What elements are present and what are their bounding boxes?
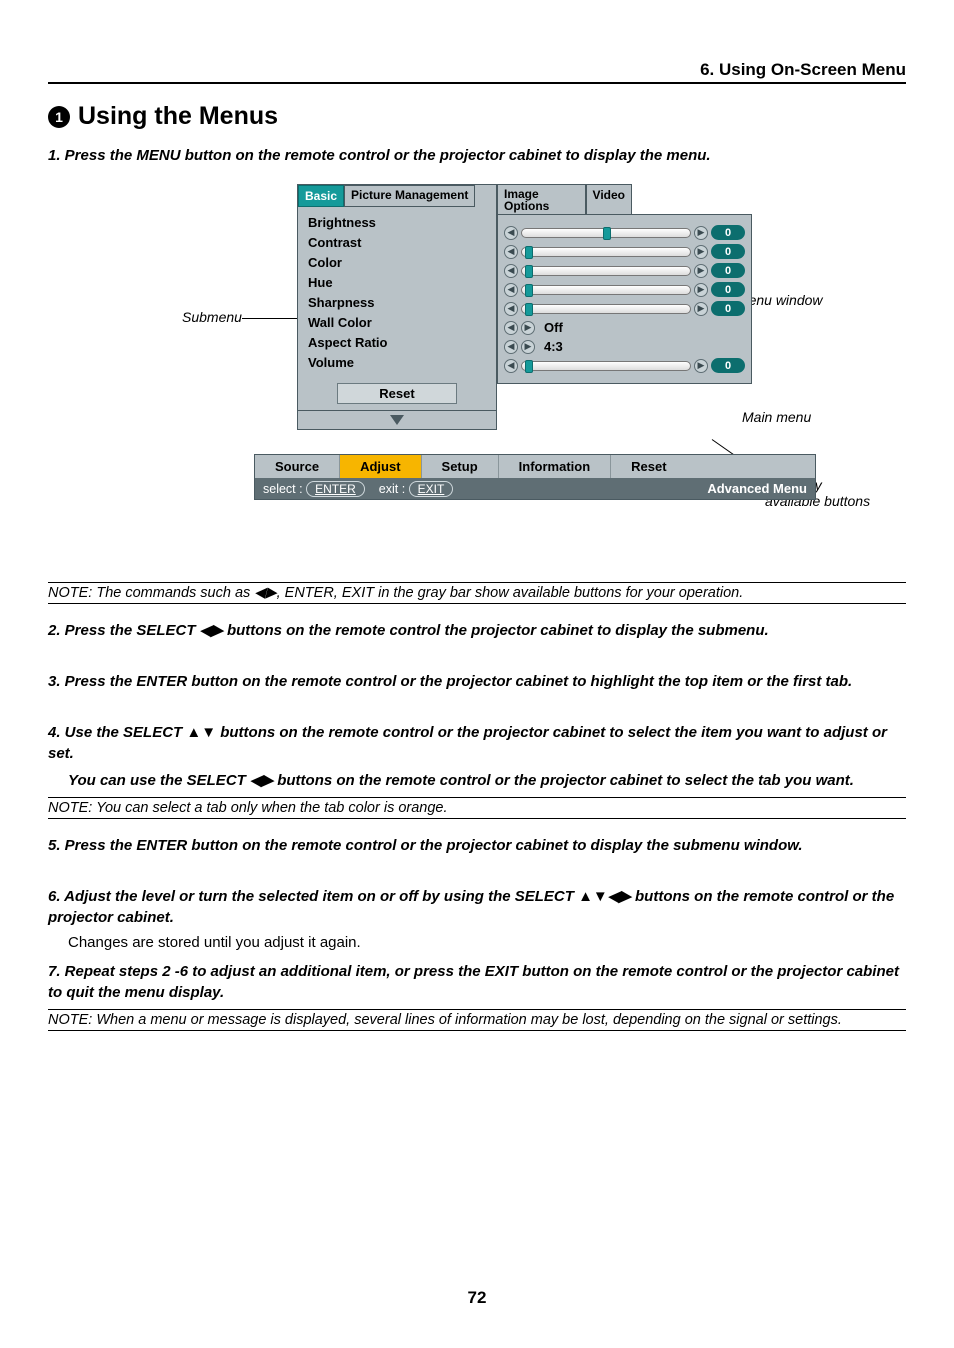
menu-figure: Submenu Submenu window Main menu Current… [97, 184, 857, 554]
item-contrast[interactable]: Contrast [308, 233, 488, 253]
reset-button[interactable]: Reset [337, 383, 457, 404]
arrow-right-icon[interactable]: ▶ [694, 359, 708, 373]
step-6-plain: Changes are stored until you adjust it a… [68, 934, 906, 951]
page-number: 72 [0, 1288, 954, 1308]
enter-button-hint: ENTER [306, 481, 365, 497]
value-contrast: 0 [711, 244, 745, 259]
item-brightness[interactable]: Brightness [308, 213, 488, 233]
tab-basic[interactable]: Basic [298, 185, 344, 207]
annot-submenu: Submenu [182, 309, 242, 325]
arrow-left-icon[interactable]: ◀ [504, 264, 518, 278]
arrow-right-icon[interactable]: ▶ [694, 283, 708, 297]
step-7: 7. Repeat steps 2 -6 to adjust an additi… [48, 961, 906, 1003]
value-wall-color: Off [538, 320, 563, 335]
value-color: 0 [711, 263, 745, 278]
arrow-right-icon[interactable]: ▶ [694, 264, 708, 278]
tab-picture-management[interactable]: Picture Management [344, 185, 475, 207]
mainmenu-information[interactable]: Information [499, 455, 612, 478]
arrow-right-icon[interactable]: ▶ [694, 245, 708, 259]
step-5: 5. Press the ENTER button on the remote … [48, 835, 906, 856]
main-menu-footer: select : ENTER exit : EXIT Advanced Menu [255, 478, 815, 499]
exit-button-hint: EXIT [409, 481, 454, 497]
slider-volume[interactable]: ◀ ▶ 0 [504, 356, 745, 375]
mainmenu-setup[interactable]: Setup [422, 455, 499, 478]
submenu-panel: Basic Picture Management Brightness Cont… [297, 184, 497, 430]
arrow-left-icon[interactable]: ◀ [504, 283, 518, 297]
option-wall-color[interactable]: ◀ ▶ Off [504, 318, 745, 337]
submenu-window: ◀ ▶ 0 ◀ ▶ 0 ◀ ▶ 0 ◀ ▶ 0 [497, 214, 752, 384]
step-4: 4. Use the SELECT ▲▼ buttons on the remo… [48, 722, 906, 764]
item-aspect-ratio[interactable]: Aspect Ratio [308, 333, 488, 353]
section-number-badge: 1 [48, 106, 70, 128]
step-3: 3. Press the ENTER button on the remote … [48, 671, 906, 692]
note-2: NOTE: You can select a tab only when the… [48, 797, 906, 819]
value-aspect-ratio: 4:3 [538, 339, 563, 354]
slider-sharpness[interactable]: ◀ ▶ 0 [504, 299, 745, 318]
arrow-left-icon[interactable]: ◀ [504, 321, 518, 335]
arrow-left-icon[interactable]: ◀ [504, 359, 518, 373]
tab-video[interactable]: Video [586, 184, 632, 216]
slider-color[interactable]: ◀ ▶ 0 [504, 261, 745, 280]
footer-exit-label: exit : [379, 482, 405, 496]
note-3: NOTE: When a menu or message is displaye… [48, 1009, 906, 1031]
tab-image-options[interactable]: Image Options [497, 184, 586, 216]
mainmenu-reset[interactable]: Reset [611, 455, 686, 478]
value-hue: 0 [711, 282, 745, 297]
main-menu: Source Adjust Setup Information Reset se… [254, 454, 816, 500]
slider-contrast[interactable]: ◀ ▶ 0 [504, 242, 745, 261]
item-hue[interactable]: Hue [308, 273, 488, 293]
step-4b: You can use the SELECT ◀▶ buttons on the… [68, 770, 906, 791]
arrow-right-icon[interactable]: ▶ [521, 321, 535, 335]
option-aspect-ratio[interactable]: ◀ ▶ 4:3 [504, 337, 745, 356]
note-1: NOTE: The commands such as ◀▶, ENTER, EX… [48, 582, 906, 604]
step-6: 6. Adjust the level or turn the selected… [48, 886, 906, 928]
section-title: Using the Menus [78, 102, 278, 131]
item-volume[interactable]: Volume [308, 353, 488, 373]
value-brightness: 0 [711, 225, 745, 240]
value-volume: 0 [711, 358, 745, 373]
step-1: 1. Press the MENU button on the remote c… [48, 145, 906, 166]
step-2: 2. Press the SELECT ◀▶ buttons on the re… [48, 620, 906, 641]
item-wall-color[interactable]: Wall Color [308, 313, 488, 333]
slider-brightness[interactable]: ◀ ▶ 0 [504, 223, 745, 242]
arrow-left-icon[interactable]: ◀ [504, 302, 518, 316]
arrow-right-icon[interactable]: ▶ [521, 340, 535, 354]
mainmenu-source[interactable]: Source [255, 455, 340, 478]
arrow-left-icon[interactable]: ◀ [504, 340, 518, 354]
slider-hue[interactable]: ◀ ▶ 0 [504, 280, 745, 299]
advanced-menu-label[interactable]: Advanced Menu [707, 481, 807, 496]
footer-select-label: select : [263, 482, 303, 496]
arrow-right-icon[interactable]: ▶ [694, 226, 708, 240]
mainmenu-adjust[interactable]: Adjust [340, 455, 421, 478]
chapter-header: 6. Using On-Screen Menu [48, 60, 906, 84]
value-sharpness: 0 [711, 301, 745, 316]
item-sharpness[interactable]: Sharpness [308, 293, 488, 313]
arrow-left-icon[interactable]: ◀ [504, 245, 518, 259]
item-color[interactable]: Color [308, 253, 488, 273]
scroll-down-icon[interactable] [390, 415, 404, 425]
arrow-left-icon[interactable]: ◀ [504, 226, 518, 240]
annot-main-menu: Main menu [742, 409, 811, 425]
arrow-right-icon[interactable]: ▶ [694, 302, 708, 316]
